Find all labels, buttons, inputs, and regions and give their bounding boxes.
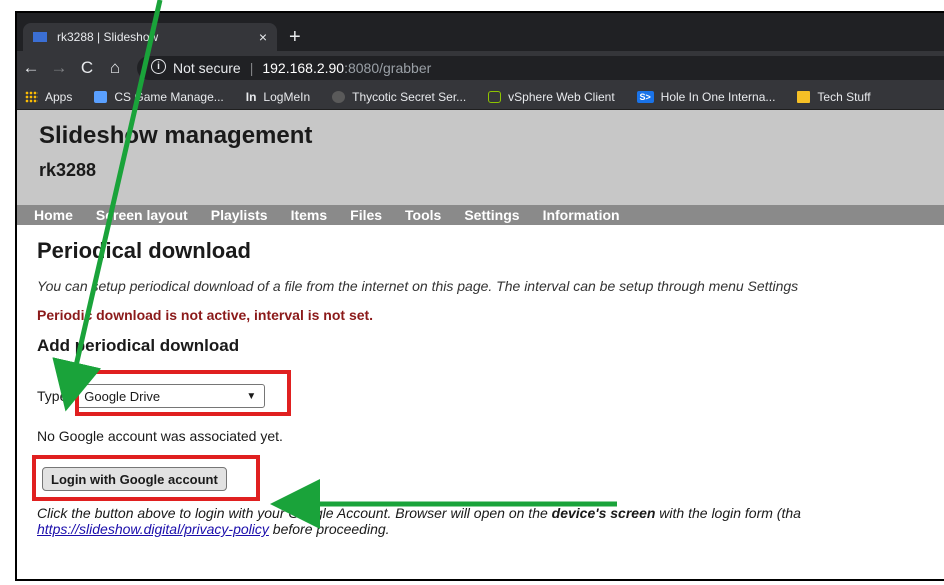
bookmark-cs-game-manager[interactable]: CS Game Manage... xyxy=(94,89,224,104)
tab-strip: rk3288 | Slideshow × + xyxy=(17,13,944,51)
bookmark-vsphere[interactable]: vSphere Web Client xyxy=(488,90,615,104)
home-icon[interactable]: ⌂ xyxy=(101,58,129,78)
bookmark-label: Hole In One Interna... xyxy=(660,89,776,104)
footer-text: Click the button above to login with you… xyxy=(37,505,944,537)
address-toolbar: ← → C ⌂ i Not secure | 192.168.2.90 :808… xyxy=(17,51,944,84)
menu-information[interactable]: Information xyxy=(543,207,620,223)
site-title: Slideshow management xyxy=(39,122,313,149)
footer-part-1: Click the button above to login with you… xyxy=(37,505,552,521)
info-icon[interactable]: i xyxy=(151,59,166,74)
status-warning: Periodic download is not active, interva… xyxy=(37,307,374,323)
menu-tools[interactable]: Tools xyxy=(405,207,441,223)
bookmark-logmein[interactable]: In LogMeIn xyxy=(246,90,310,104)
bookmark-hole-in-one[interactable]: S> Hole In One Interna... xyxy=(636,89,776,104)
bookmark-apps[interactable]: Apps xyxy=(25,90,72,104)
type-row: Type: Google Drive ▼ xyxy=(37,370,944,418)
page-heading: Periodical download xyxy=(37,238,251,263)
browser-window: rk3288 | Slideshow × + ← → C ⌂ i Not sec… xyxy=(15,11,944,581)
intro-text: You can setup periodical download of a f… xyxy=(37,278,799,294)
slideshow-favicon-icon xyxy=(33,32,47,42)
privacy-policy-link[interactable]: https://slideshow.digital/privacy-policy xyxy=(37,521,269,537)
main-menu: Home Screen layout Playlists Items Files… xyxy=(17,205,944,225)
page-body: Slideshow management rk3288 Home Screen … xyxy=(17,110,944,579)
address-bar[interactable]: i Not secure | 192.168.2.90 :8080/grabbe… xyxy=(137,56,944,80)
type-label: Type: xyxy=(37,388,72,404)
menu-screen-layout[interactable]: Screen layout xyxy=(96,207,188,223)
security-label: Not secure xyxy=(173,60,241,76)
url-path: :8080/grabber xyxy=(344,60,432,76)
menu-settings[interactable]: Settings xyxy=(464,207,519,223)
hole-in-one-icon: S> xyxy=(636,90,654,103)
menu-home[interactable]: Home xyxy=(34,207,73,223)
vsphere-icon xyxy=(488,90,502,103)
new-tab-button[interactable]: + xyxy=(289,23,301,51)
tab-title: rk3288 | Slideshow xyxy=(57,30,159,44)
bookmark-label: LogMeIn xyxy=(263,89,311,104)
bookmark-tech-stuff[interactable]: Tech Stuff xyxy=(797,89,871,104)
tab-slideshow[interactable]: rk3288 | Slideshow × xyxy=(23,23,277,51)
device-name: rk3288 xyxy=(39,160,97,180)
url-separator: | xyxy=(249,60,254,76)
reload-icon[interactable]: C xyxy=(73,58,101,78)
menu-files[interactable]: Files xyxy=(350,207,382,223)
close-icon[interactable]: × xyxy=(259,29,267,45)
footer-part-2: with the login form (tha xyxy=(655,505,801,521)
folder-icon xyxy=(797,90,811,103)
logmein-icon: In xyxy=(245,89,257,104)
no-account-text: No Google account was associated yet. xyxy=(37,428,283,444)
login-row: Login with Google account xyxy=(32,455,944,501)
url-host: 192.168.2.90 xyxy=(262,60,345,76)
footer-part-3: before proceeding. xyxy=(268,521,390,537)
bookmark-thycotic[interactable]: Thycotic Secret Ser... xyxy=(332,90,466,104)
add-download-heading: Add periodical download xyxy=(37,336,240,355)
bookmark-label: Apps xyxy=(45,89,73,104)
apps-icon xyxy=(25,90,38,103)
bookmark-label: CS Game Manage... xyxy=(114,89,224,104)
highlight-box-login xyxy=(32,455,260,501)
main-content: Periodical download You can setup period… xyxy=(17,238,944,537)
bookmark-label: vSphere Web Client xyxy=(508,89,615,104)
bookmark-label: Tech Stuff xyxy=(817,89,871,104)
menu-playlists[interactable]: Playlists xyxy=(211,207,268,223)
menu-items[interactable]: Items xyxy=(291,207,328,223)
highlight-box-type xyxy=(75,370,291,416)
cs-icon xyxy=(94,90,108,103)
bookmarks-bar: Apps CS Game Manage... In LogMeIn Thycot… xyxy=(17,84,944,110)
bookmark-label: Thycotic Secret Ser... xyxy=(352,89,467,104)
footer-bold: device's screen xyxy=(551,505,656,521)
site-header: Slideshow management rk3288 xyxy=(17,110,944,205)
back-arrow-icon[interactable]: ← xyxy=(17,58,45,78)
thycotic-icon xyxy=(332,90,346,103)
forward-arrow-icon[interactable]: → xyxy=(45,58,73,78)
